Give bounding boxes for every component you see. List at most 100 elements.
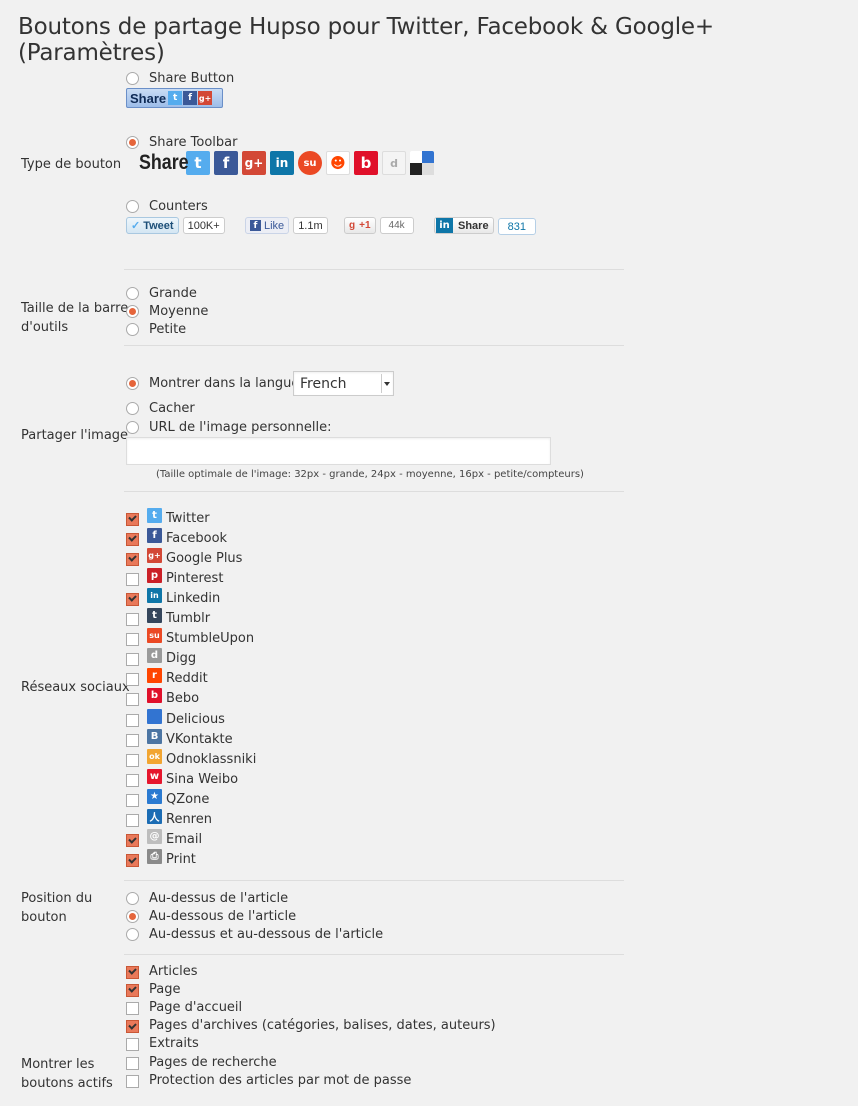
network-checkbox[interactable] — [126, 834, 139, 848]
network-label: Facebook — [166, 530, 228, 546]
network-item-delicious[interactable]: Delicious — [126, 708, 225, 729]
reddit-icon: ☻ — [326, 151, 350, 175]
network-label: VKontakte — [166, 731, 233, 747]
option-size-large[interactable]: Grande — [126, 284, 197, 302]
radio-above-article[interactable] — [126, 891, 139, 905]
plusone-counter: g +1 44k — [344, 216, 414, 235]
email-icon: @ — [147, 829, 162, 845]
radio-size-large[interactable] — [126, 286, 139, 300]
renren-icon: 人 — [147, 809, 162, 824]
option-label: Share Button — [149, 70, 235, 86]
network-checkbox[interactable] — [126, 773, 139, 787]
network-item-sina-weibo[interactable]: w Sina Weibo — [126, 768, 238, 789]
label-line: d'outils — [21, 320, 69, 335]
network-item-email[interactable]: @ Email — [126, 829, 203, 850]
show-option-2[interactable]: Page d'accueil — [126, 998, 242, 1016]
network-checkbox[interactable] — [126, 633, 139, 647]
qzone-icon: ★ — [147, 788, 162, 804]
option-show-language[interactable]: Montrer dans la langue: — [126, 374, 304, 392]
linkedin-icon: in — [270, 151, 294, 175]
show-option-3[interactable]: Pages d'archives (catégories, balises, d… — [126, 1017, 496, 1035]
network-checkbox[interactable] — [126, 592, 139, 606]
network-item-reddit[interactable]: r Reddit — [126, 668, 208, 689]
network-label: Delicious — [166, 711, 225, 727]
network-item-google-plus[interactable]: g+ Google Plus — [126, 547, 242, 568]
radio-above-and-below-article[interactable] — [126, 927, 139, 941]
show-option-0[interactable]: Articles — [126, 962, 197, 980]
network-checkbox[interactable] — [126, 532, 139, 546]
option-size-small[interactable]: Petite — [126, 320, 186, 338]
radio-size-small[interactable] — [126, 322, 139, 336]
radio-size-medium[interactable] — [126, 304, 139, 318]
show-option-checkbox[interactable] — [126, 1020, 139, 1034]
label-line: Montrer les — [21, 1057, 95, 1072]
network-item-renren[interactable]: 人 Renren — [126, 809, 212, 830]
show-option-1[interactable]: Page — [126, 980, 180, 998]
option-hide-image[interactable]: Cacher — [126, 399, 195, 417]
network-item-twitter[interactable]: t Twitter — [126, 507, 210, 528]
radio-hide-image[interactable] — [126, 401, 139, 415]
radio-show-language[interactable] — [126, 376, 139, 390]
network-checkbox[interactable] — [126, 552, 139, 566]
network-item-tumblr[interactable]: t Tumblr — [126, 608, 210, 629]
option-counters[interactable]: Counters — [126, 197, 208, 215]
network-checkbox[interactable] — [126, 653, 139, 667]
label-line: bouton — [21, 910, 67, 925]
plusone-button: g +1 — [344, 217, 376, 234]
radio-share-button[interactable] — [126, 71, 139, 85]
network-checkbox[interactable] — [126, 673, 139, 687]
network-item-qzone[interactable]: ★ QZone — [126, 788, 209, 809]
network-checkbox[interactable] — [126, 512, 139, 526]
tweet-label: Tweet — [143, 219, 174, 232]
network-checkbox[interactable] — [126, 613, 139, 626]
network-checkbox[interactable] — [126, 793, 139, 807]
network-checkbox[interactable] — [126, 814, 139, 827]
network-item-facebook[interactable]: f Facebook — [126, 527, 228, 548]
show-option-checkbox[interactable] — [126, 965, 139, 979]
network-item-stumbleupon[interactable]: su StumbleUpon — [126, 628, 254, 649]
show-option-checkbox[interactable] — [126, 1074, 139, 1088]
network-item-pinterest[interactable]: p Pinterest — [126, 567, 223, 588]
show-option-checkbox[interactable] — [126, 983, 139, 997]
show-option-checkbox[interactable] — [126, 1038, 139, 1052]
facebook-icon: f — [214, 151, 238, 175]
radio-custom-image-url[interactable] — [126, 420, 139, 434]
language-select[interactable]: French — [293, 371, 394, 396]
show-option-6[interactable]: Protection des articles par mot de passe — [126, 1071, 411, 1089]
plusone-count: 44k — [379, 217, 414, 234]
show-option-checkbox[interactable] — [126, 1056, 139, 1070]
network-item-odnoklassniki[interactable]: ok Odnoklassniki — [126, 748, 256, 769]
option-share-button[interactable]: Share Button — [126, 69, 234, 87]
delicious-icon — [410, 151, 434, 175]
network-checkbox[interactable] — [126, 693, 139, 707]
network-item-vkontakte[interactable]: B VKontakte — [126, 728, 233, 749]
network-label: Email — [166, 832, 203, 848]
show-option-5[interactable]: Pages de recherche — [126, 1053, 277, 1071]
digg-icon: d — [382, 151, 406, 175]
radio-share-toolbar[interactable] — [126, 135, 139, 149]
network-checkbox[interactable] — [126, 854, 139, 868]
option-custom-image-url[interactable]: URL de l'image personnelle: — [126, 418, 332, 436]
network-item-bebo[interactable]: b Bebo — [126, 688, 199, 709]
image-url-input[interactable] — [126, 437, 551, 465]
option-above-article[interactable]: Au-dessus de l'article — [126, 889, 288, 907]
network-item-print[interactable]: ⎙ Print — [126, 849, 196, 870]
show-option-4[interactable]: Extraits — [126, 1035, 199, 1053]
option-share-toolbar[interactable]: Share Toolbar — [126, 133, 237, 151]
network-item-linkedin[interactable]: in Linkedin — [126, 587, 220, 608]
network-checkbox[interactable] — [126, 713, 139, 727]
option-below-article[interactable]: Au-dessous de l'article — [126, 907, 296, 925]
network-checkbox[interactable] — [126, 572, 139, 586]
radio-below-article[interactable] — [126, 909, 139, 923]
language-value: French — [300, 375, 347, 392]
delicious-icon — [147, 708, 162, 724]
network-item-digg[interactable]: d Digg — [126, 648, 196, 669]
option-size-medium[interactable]: Moyenne — [126, 302, 208, 320]
show-option-checkbox[interactable] — [126, 1001, 139, 1015]
radio-counters[interactable] — [126, 199, 139, 213]
option-above-and-below-article[interactable]: Au-dessus et au-dessous de l'article — [126, 925, 383, 943]
network-checkbox[interactable] — [126, 753, 139, 767]
network-checkbox[interactable] — [126, 733, 139, 747]
page-title: Boutons de partage Hupso pour Twitter, F… — [18, 14, 714, 66]
like-button: f Like — [245, 217, 290, 234]
